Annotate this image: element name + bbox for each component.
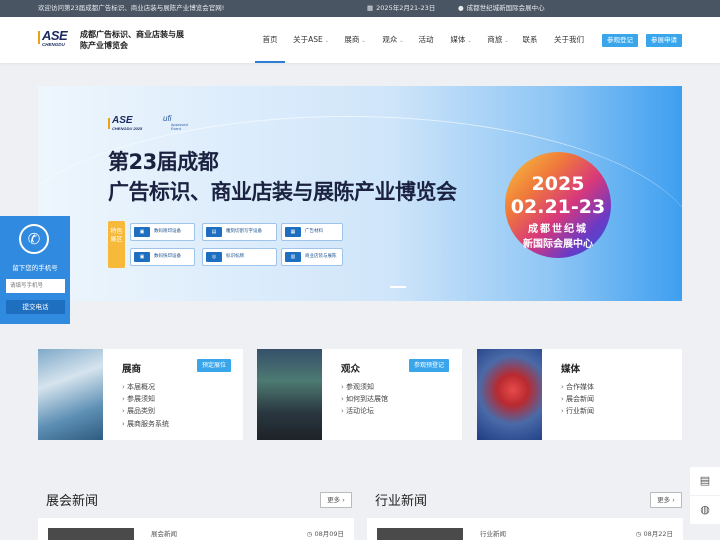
banner-title-line1: 第23届成都 bbox=[108, 150, 219, 174]
news-thumbnail bbox=[377, 528, 463, 540]
phone-input[interactable] bbox=[6, 279, 65, 293]
link-forum[interactable]: 活动论坛 bbox=[341, 405, 388, 417]
link-visitor-notice[interactable]: 参观须知 bbox=[341, 381, 388, 393]
expo-news-more-button[interactable]: 更多 › bbox=[320, 492, 352, 508]
link-overview[interactable]: 本届概况 bbox=[122, 381, 169, 393]
logo-mark bbox=[38, 31, 40, 44]
feature-item: ▥ 商业店装与展陈 bbox=[281, 248, 343, 266]
chevron-down-icon: ⌄ bbox=[361, 38, 366, 44]
ufi-logo: ufi bbox=[163, 114, 172, 123]
industry-news-more-button[interactable]: 更多 › bbox=[650, 492, 682, 508]
feature-item: ▦ 广告材料 bbox=[281, 223, 343, 241]
store-icon: ▥ bbox=[285, 252, 301, 262]
link-expo-news[interactable]: 展会新闻 bbox=[561, 393, 594, 405]
media-card: 媒体 合作媒体 展会新闻 行业新闻 bbox=[477, 349, 682, 440]
nav-about-us[interactable]: 关于我们 bbox=[552, 17, 586, 63]
card-links: 本届概况 参展须知 展品类别 展商服务系统 bbox=[122, 381, 169, 430]
news-date: ◷ 08月22日 bbox=[635, 530, 673, 538]
expo-news-item[interactable]: 展会新闻 ◷ 08月09日 bbox=[38, 518, 354, 540]
site-name: 成都广告标识、商业店装与展陈产业博览会 bbox=[80, 30, 184, 50]
wechat-icon: ◍ bbox=[700, 503, 710, 516]
media-image bbox=[477, 349, 542, 440]
feature-item: ◎ 标识标牌 bbox=[202, 248, 277, 266]
cutter-icon: ▤ bbox=[206, 227, 222, 237]
nav-contact[interactable]: 联系 bbox=[520, 17, 540, 63]
industry-news-title: 行业新闻 bbox=[375, 494, 428, 509]
exhibitor-card: 展商 预定展位 本届概况 参展须知 展品类别 展商服务系统 bbox=[38, 349, 243, 440]
card-links: 合作媒体 展会新闻 行业新闻 bbox=[561, 381, 594, 418]
link-exhibitor-service[interactable]: 展商服务系统 bbox=[122, 418, 169, 430]
message-float-button[interactable]: ▤ bbox=[690, 467, 720, 495]
feature-item: ▣ 数码快印设备 bbox=[130, 248, 195, 266]
link-industry-news[interactable]: 行业新闻 bbox=[561, 405, 594, 417]
feature-item: ▤ 雕刻切割写字设备 bbox=[202, 223, 277, 241]
ufi-subtitle: Approved Event bbox=[171, 123, 188, 131]
circle-dates: 02.21-23 bbox=[510, 196, 606, 218]
card-links: 参观须知 如何到达展馆 活动论坛 bbox=[341, 381, 388, 418]
nav-travel[interactable]: 商旅 ⌄ bbox=[484, 17, 512, 63]
material-icon: ▦ bbox=[285, 227, 301, 237]
nav-about-ase[interactable]: 关于ASE ⌄ bbox=[290, 17, 332, 63]
card-title: 展商 bbox=[122, 364, 142, 375]
callback-prompt: 留下您的手机号 bbox=[12, 264, 58, 272]
site-header: ASE CHENGDU 成都广告标识、商业店装与展陈产业博览会 首页 关于ASE… bbox=[0, 17, 720, 63]
top-info-bar: 欢迎访问第23届成都广告标识、商业店装与展陈产业博览会官网! ▦ 2025年2月2… bbox=[0, 0, 720, 17]
industry-news-item[interactable]: 行业新闻 ◷ 08月22日 bbox=[367, 518, 683, 540]
circle-venue-line2: 新国际会展中心 bbox=[523, 239, 593, 250]
calendar-icon: ▦ bbox=[367, 4, 374, 12]
feature-item: ▣ 数码喷印设备 bbox=[130, 223, 195, 241]
link-partner-media[interactable]: 合作媒体 bbox=[561, 381, 594, 393]
chevron-right-icon: › bbox=[342, 496, 345, 504]
chevron-right-icon: › bbox=[672, 496, 675, 504]
site-logo[interactable]: ASE CHENGDU bbox=[38, 28, 72, 49]
phone-callback-panel: ✆ 留下您的手机号 提交电话 bbox=[0, 216, 70, 324]
link-exhibitor-notice[interactable]: 参展须知 bbox=[122, 393, 169, 405]
visitor-register-button[interactable]: 参观登记 bbox=[602, 34, 638, 47]
clock-icon: ◷ bbox=[306, 530, 313, 538]
link-product-categories[interactable]: 展品类别 bbox=[122, 405, 169, 417]
nav-visitors[interactable]: 观众 ⌄ bbox=[379, 17, 407, 63]
card-title: 媒体 bbox=[561, 364, 581, 375]
printer-icon: ▣ bbox=[134, 227, 150, 237]
carousel-indicator[interactable] bbox=[390, 286, 406, 288]
card-title: 观众 bbox=[341, 364, 361, 375]
submit-phone-button[interactable]: 提交电话 bbox=[6, 300, 65, 314]
nav-exhibitors[interactable]: 展商 ⌄ bbox=[341, 17, 369, 63]
expo-news-title: 展会新闻 bbox=[46, 494, 99, 509]
nav-media[interactable]: 媒体 ⌄ bbox=[447, 17, 475, 63]
visitor-card: 观众 参观预登记 参观须知 如何到达展馆 活动论坛 bbox=[257, 349, 462, 440]
nav-events[interactable]: 活动 bbox=[416, 17, 436, 63]
copier-icon: ▣ bbox=[134, 252, 150, 262]
wechat-float-button[interactable]: ◍ bbox=[690, 496, 720, 524]
visitor-image bbox=[257, 349, 322, 440]
feature-zone-label: 特色展区 bbox=[108, 221, 125, 268]
visitor-preregister-button[interactable]: 参观预登记 bbox=[409, 359, 450, 372]
nav-home[interactable]: 首页 bbox=[255, 17, 285, 63]
chevron-down-icon: ⌄ bbox=[467, 38, 472, 44]
date-info: ▦ 2025年2月21-23日 bbox=[367, 0, 435, 17]
exhibitor-apply-button[interactable]: 参展申请 bbox=[646, 34, 682, 47]
news-category: 行业新闻 bbox=[480, 530, 506, 538]
news-date: ◷ 08月09日 bbox=[306, 530, 344, 538]
phone-icon: ✆ bbox=[19, 224, 49, 254]
news-category: 展会新闻 bbox=[151, 530, 177, 538]
banner-title-line2: 广告标识、商业店装与展陈产业博览会 bbox=[108, 180, 457, 204]
news-thumbnail bbox=[48, 528, 134, 540]
welcome-text: 欢迎访问第23届成都广告标识、商业店装与展陈产业博览会官网! bbox=[38, 4, 225, 12]
chevron-down-icon: ⌄ bbox=[399, 38, 404, 44]
location-icon: ● bbox=[458, 4, 464, 12]
link-directions[interactable]: 如何到达展馆 bbox=[341, 393, 388, 405]
book-booth-button[interactable]: 预定展位 bbox=[197, 359, 232, 372]
venue-info: ● 成都世纪城新国际会展中心 bbox=[458, 0, 545, 17]
chevron-down-icon: ⌄ bbox=[324, 38, 329, 44]
message-icon: ▤ bbox=[699, 474, 711, 487]
sign-icon: ◎ bbox=[206, 252, 222, 262]
circle-venue-line1: 成都世纪城 bbox=[528, 224, 588, 235]
chevron-down-icon: ⌄ bbox=[504, 38, 509, 44]
circle-year: 2025 bbox=[531, 173, 585, 195]
clock-icon: ◷ bbox=[635, 530, 642, 538]
exhibitor-image bbox=[38, 349, 103, 440]
hero-banner[interactable]: ASE CHENGDU 2025 ufi Approved Event 第23届… bbox=[38, 86, 682, 301]
